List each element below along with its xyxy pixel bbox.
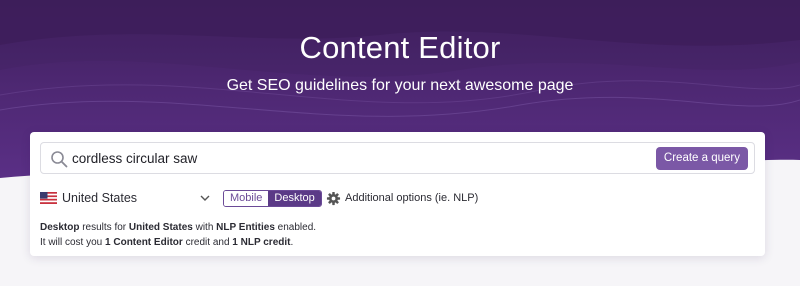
- page-subtitle: Get SEO guidelines for your next awesome…: [226, 77, 574, 94]
- info-entities: NLP Entities: [216, 222, 275, 233]
- create-query-button[interactable]: Create a query: [655, 147, 748, 170]
- additional-options-link[interactable]: Additional options (ie. NLP): [345, 192, 478, 204]
- query-info: Desktop results for United States with N…: [40, 220, 755, 250]
- info-text: results for: [79, 222, 129, 233]
- info-country: United States: [128, 222, 193, 233]
- info-text: credit and: [182, 237, 233, 248]
- device-option-mobile[interactable]: Mobile: [224, 191, 269, 206]
- search-icon: [51, 151, 68, 168]
- country-select[interactable]: United States: [40, 190, 212, 208]
- device-option-desktop[interactable]: Desktop: [268, 191, 321, 206]
- info-line-results: Desktop results for United States with N…: [40, 220, 755, 235]
- us-flag-icon: [40, 192, 57, 204]
- country-label: United States: [62, 191, 138, 205]
- query-card: Create a query United States Mobile Desk…: [30, 132, 765, 256]
- page-title: Content Editor: [299, 30, 501, 65]
- info-device: Desktop: [40, 222, 80, 233]
- info-nlp-credit: 1 NLP credit: [232, 237, 291, 248]
- gear-icon[interactable]: [326, 191, 341, 206]
- search-input[interactable]: [72, 148, 652, 169]
- info-ce-credit: 1 Content Editor: [105, 237, 183, 248]
- device-toggle: Mobile Desktop: [223, 190, 322, 207]
- options-row: United States Mobile Desktop Additional …: [40, 190, 755, 208]
- info-text: It will cost you: [40, 237, 106, 248]
- info-line-cost: It will cost you 1 Content Editor credit…: [40, 235, 755, 250]
- info-text: enabled.: [274, 222, 317, 233]
- search-box: Create a query: [40, 142, 755, 174]
- chevron-down-icon: [200, 195, 210, 201]
- info-text: with: [192, 222, 217, 233]
- info-text: .: [290, 237, 294, 248]
